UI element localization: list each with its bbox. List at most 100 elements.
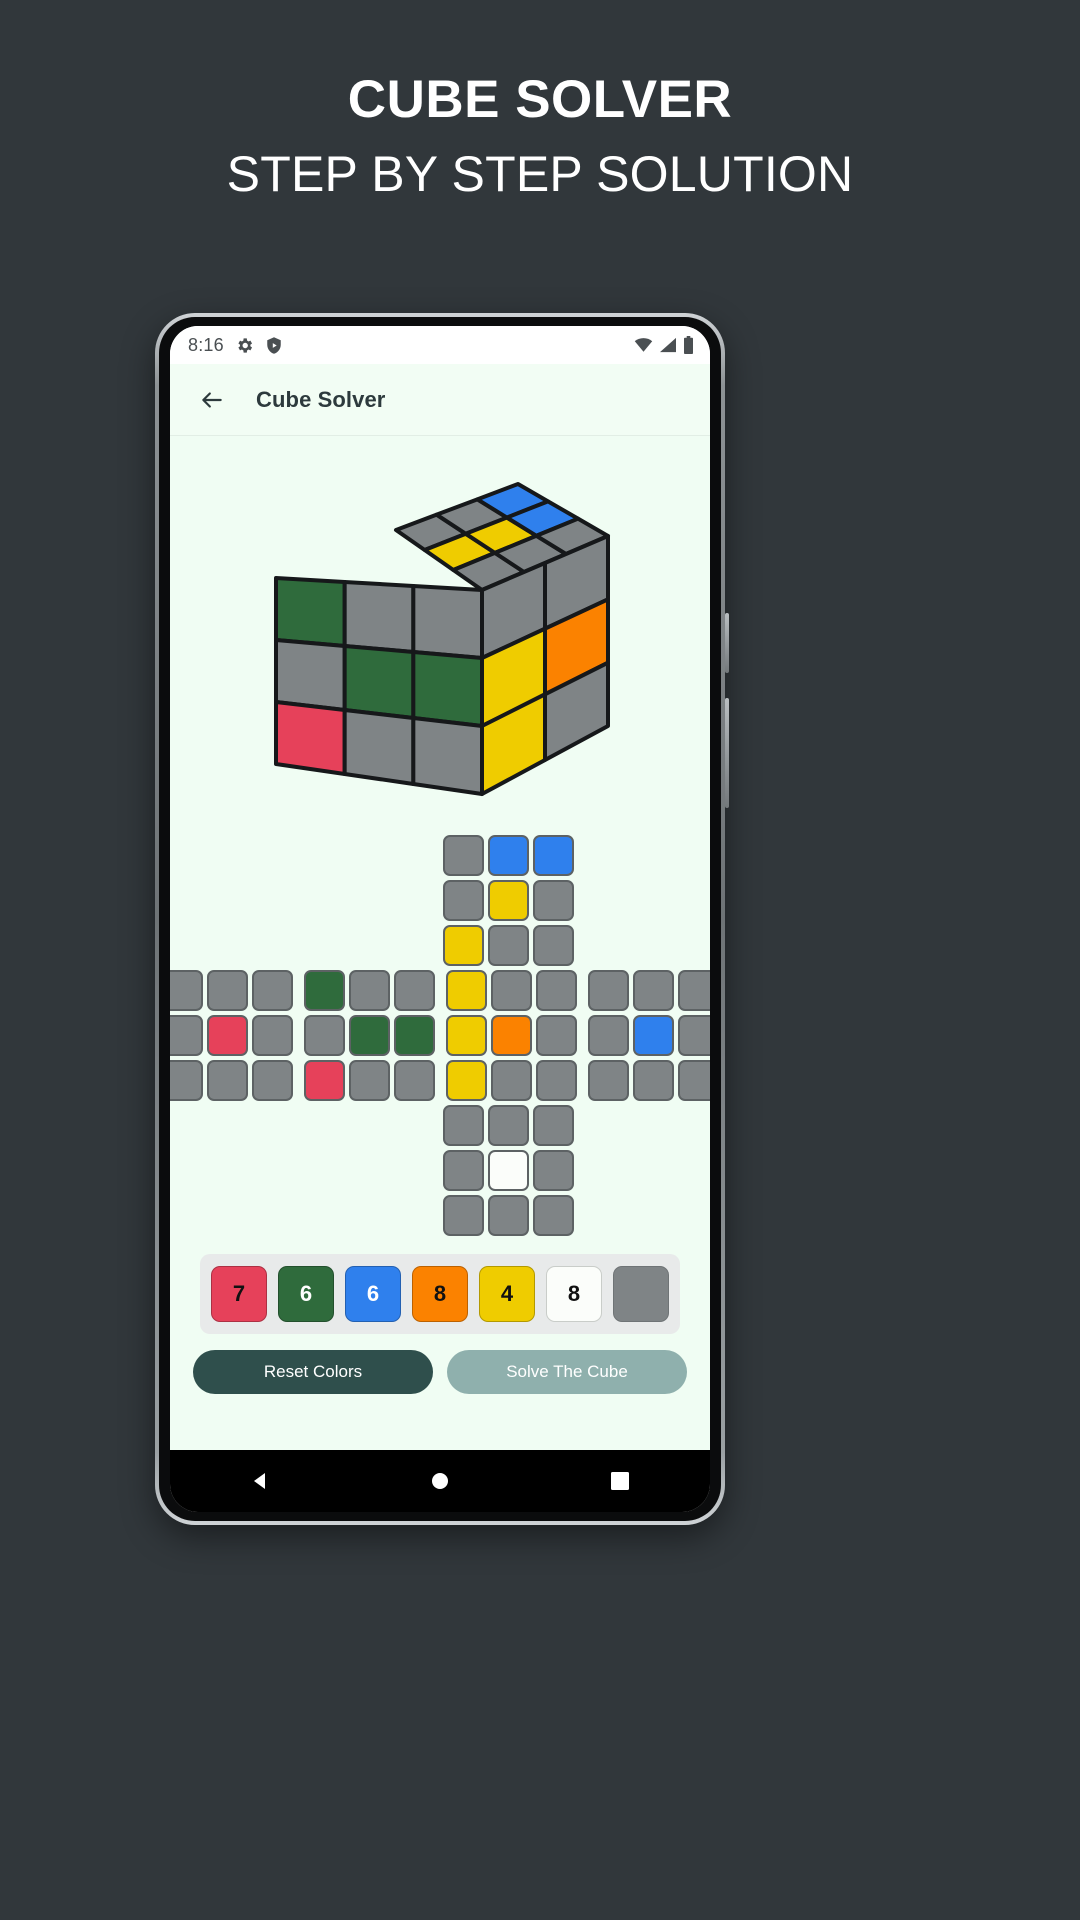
net-sticker-back-1-2[interactable]: [677, 1015, 710, 1056]
palette-swatch-blue[interactable]: 6: [345, 1266, 401, 1322]
net-sticker-bottom-2-2[interactable]: [532, 1195, 574, 1236]
palette-swatch-white[interactable]: 8: [546, 1266, 602, 1322]
net-band[interactable]: [170, 970, 710, 1101]
palette-count-blue: 6: [366, 1281, 380, 1306]
net-sticker-back-0-0[interactable]: [587, 970, 629, 1011]
net-sticker-back-2-2[interactable]: [677, 1060, 710, 1101]
net-bottom-row: [442, 1105, 574, 1146]
net-face-bottom[interactable]: [442, 1105, 574, 1236]
palette-swatch-gray[interactable]: [613, 1266, 669, 1322]
net-sticker-back-2-1[interactable]: [632, 1060, 674, 1101]
net-sticker-left-0-1[interactable]: [206, 970, 248, 1011]
net-sticker-left-2-2[interactable]: [251, 1060, 293, 1101]
net-sticker-front-0-0[interactable]: [303, 970, 345, 1011]
net-sticker-right-1-0[interactable]: [445, 1015, 487, 1056]
cube3d-front-1-1[interactable]: [342, 644, 415, 720]
cube3d-front-1-0[interactable]: [273, 638, 347, 712]
status-bar: 8:16: [170, 326, 710, 364]
phone-mockup: 8:16 Cube Solver 7 6 6 8 4 8 Reset Color…: [155, 313, 729, 1525]
phone-power-button[interactable]: [725, 613, 729, 673]
net-sticker-top-0-0[interactable]: [442, 835, 484, 876]
net-sticker-right-2-1[interactable]: [490, 1060, 532, 1101]
net-sticker-front-2-2[interactable]: [393, 1060, 435, 1101]
back-button[interactable]: [190, 378, 234, 422]
net-sticker-bottom-1-2[interactable]: [532, 1150, 574, 1191]
net-sticker-front-2-1[interactable]: [348, 1060, 390, 1101]
net-sticker-top-2-2[interactable]: [532, 925, 574, 966]
net-sticker-right-2-2[interactable]: [535, 1060, 577, 1101]
net-sticker-front-0-2[interactable]: [393, 970, 435, 1011]
battery-icon: [683, 336, 694, 354]
net-sticker-front-1-1[interactable]: [348, 1015, 390, 1056]
nav-recents-button[interactable]: [585, 1450, 655, 1512]
net-top-row: [442, 835, 574, 876]
net-sticker-left-1-2[interactable]: [251, 1015, 293, 1056]
net-sticker-left-1-0[interactable]: [170, 1015, 203, 1056]
phone-volume-button[interactable]: [725, 698, 729, 808]
net-sticker-front-1-2[interactable]: [393, 1015, 435, 1056]
net-sticker-left-2-0[interactable]: [170, 1060, 203, 1101]
net-sticker-top-2-0[interactable]: [442, 925, 484, 966]
net-left-row: [170, 1060, 293, 1101]
net-middle-band: [170, 970, 710, 1101]
net-sticker-bottom-0-0[interactable]: [442, 1105, 484, 1146]
cube3d-front-0-2[interactable]: [410, 584, 484, 660]
net-sticker-back-0-1[interactable]: [632, 970, 674, 1011]
net-sticker-right-0-1[interactable]: [490, 970, 532, 1011]
net-sticker-left-0-2[interactable]: [251, 970, 293, 1011]
net-sticker-front-0-1[interactable]: [348, 970, 390, 1011]
signal-icon: [659, 337, 677, 353]
nav-home-button[interactable]: [405, 1450, 475, 1512]
net-front-row: [303, 970, 435, 1011]
net-sticker-left-0-0[interactable]: [170, 970, 203, 1011]
cube-3d-render[interactable]: [268, 464, 613, 829]
cube3d-front-0-0[interactable]: [273, 576, 347, 648]
palette-swatch-green[interactable]: 6: [278, 1266, 334, 1322]
net-sticker-right-1-2[interactable]: [535, 1015, 577, 1056]
cube3d-front-2-2[interactable]: [410, 716, 484, 796]
reset-colors-button[interactable]: Reset Colors: [193, 1350, 433, 1394]
net-sticker-back-2-0[interactable]: [587, 1060, 629, 1101]
net-sticker-bottom-0-2[interactable]: [532, 1105, 574, 1146]
net-sticker-back-0-2[interactable]: [677, 970, 710, 1011]
palette-count-red: 7: [232, 1281, 246, 1306]
net-sticker-top-2-1[interactable]: [487, 925, 529, 966]
net-sticker-top-1-2[interactable]: [532, 880, 574, 921]
net-sticker-right-0-2[interactable]: [535, 970, 577, 1011]
net-sticker-bottom-0-1[interactable]: [487, 1105, 529, 1146]
cube3d-front-2-1[interactable]: [342, 708, 415, 786]
color-palette[interactable]: 7 6 6 8 4 8: [200, 1254, 680, 1334]
palette-swatch-red[interactable]: 7: [211, 1266, 267, 1322]
net-back-row: [587, 1015, 710, 1056]
net-sticker-bottom-2-0[interactable]: [442, 1195, 484, 1236]
nav-back-button[interactable]: [225, 1450, 295, 1512]
net-sticker-right-2-0[interactable]: [445, 1060, 487, 1101]
cube3d-front-0-1[interactable]: [342, 580, 415, 654]
net-sticker-back-1-0[interactable]: [587, 1015, 629, 1056]
net-sticker-left-1-1[interactable]: [206, 1015, 248, 1056]
net-face-top[interactable]: [442, 835, 574, 966]
palette-swatch-yellow[interactable]: 4: [479, 1266, 535, 1322]
net-sticker-bottom-1-1[interactable]: [487, 1150, 529, 1191]
net-top-row: [442, 880, 574, 921]
net-sticker-bottom-1-0[interactable]: [442, 1150, 484, 1191]
cube3d-front-1-2[interactable]: [410, 650, 484, 728]
cube3d-front-2-0[interactable]: [273, 700, 347, 776]
promo-subtitle: STEP BY STEP SOLUTION: [226, 145, 854, 202]
net-sticker-back-1-1[interactable]: [632, 1015, 674, 1056]
cube-3d-viewport[interactable]: [170, 464, 710, 829]
net-sticker-top-0-1[interactable]: [487, 835, 529, 876]
net-right-row: [445, 1015, 577, 1056]
net-right-row: [445, 970, 577, 1011]
net-sticker-right-1-1[interactable]: [490, 1015, 532, 1056]
net-sticker-top-0-2[interactable]: [532, 835, 574, 876]
net-sticker-top-1-1[interactable]: [487, 880, 529, 921]
net-sticker-bottom-2-1[interactable]: [487, 1195, 529, 1236]
solve-the-cube-button[interactable]: Solve The Cube: [447, 1350, 687, 1394]
net-sticker-top-1-0[interactable]: [442, 880, 484, 921]
net-sticker-front-2-0[interactable]: [303, 1060, 345, 1101]
net-sticker-left-2-1[interactable]: [206, 1060, 248, 1101]
palette-swatch-orange[interactable]: 8: [412, 1266, 468, 1322]
net-sticker-right-0-0[interactable]: [445, 970, 487, 1011]
net-sticker-front-1-0[interactable]: [303, 1015, 345, 1056]
